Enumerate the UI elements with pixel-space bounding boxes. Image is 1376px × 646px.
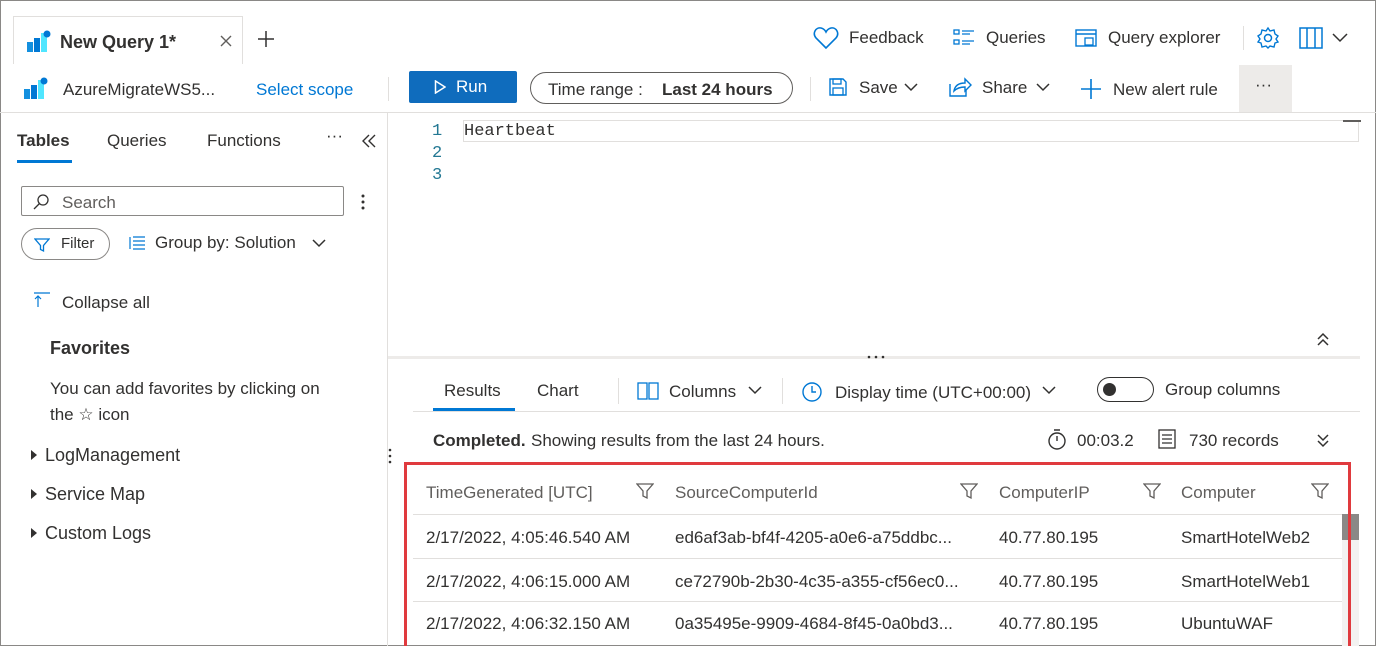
expand-results-icon[interactable] bbox=[1316, 434, 1330, 448]
divider bbox=[618, 378, 619, 404]
workspace-icon bbox=[24, 77, 48, 99]
more-actions-button[interactable]: ··· bbox=[1239, 65, 1292, 113]
log-analytics-icon bbox=[27, 30, 51, 52]
stopwatch-icon bbox=[1047, 428, 1067, 450]
filter-icon bbox=[34, 237, 50, 253]
queries-button[interactable]: Queries bbox=[986, 28, 1046, 48]
chevron-down-icon[interactable] bbox=[311, 238, 327, 249]
caret-right-icon[interactable] bbox=[31, 450, 37, 460]
line-number: 3 bbox=[432, 166, 443, 185]
time-range-label: Time range : bbox=[548, 80, 643, 99]
group-by-icon[interactable] bbox=[128, 235, 146, 251]
collapse-panel-icon[interactable] bbox=[361, 133, 377, 149]
tab-results[interactable]: Results bbox=[444, 381, 501, 401]
run-button[interactable]: Run bbox=[409, 71, 517, 103]
collapse-editor-icon[interactable] bbox=[1316, 332, 1330, 346]
left-panel-more-button[interactable]: ··· bbox=[326, 126, 343, 146]
new-alert-rule-button[interactable]: New alert rule bbox=[1113, 80, 1218, 100]
play-icon bbox=[434, 80, 446, 94]
save-disk-icon[interactable] bbox=[828, 77, 848, 97]
queries-list-icon[interactable] bbox=[953, 28, 975, 48]
save-button[interactable]: Save bbox=[859, 78, 898, 98]
query-editor-line[interactable]: Heartbeat bbox=[464, 122, 556, 141]
query-explorer-icon[interactable] bbox=[1075, 27, 1099, 49]
chevron-down-icon[interactable] bbox=[1331, 31, 1349, 43]
tab-queries[interactable]: Queries bbox=[107, 131, 167, 151]
divider bbox=[388, 77, 389, 101]
toolbar-bottom-border bbox=[0, 112, 1376, 113]
query-duration: 00:03.2 bbox=[1077, 431, 1134, 450]
toggle-knob bbox=[1103, 383, 1116, 396]
divider bbox=[810, 77, 811, 101]
splitter-grip-icon[interactable] bbox=[866, 354, 886, 360]
favorites-hint-line1: You can add favorites by clicking on bbox=[50, 379, 320, 398]
editor-current-line bbox=[463, 120, 1359, 142]
records-count: 730 records bbox=[1189, 431, 1279, 450]
run-label: Run bbox=[456, 77, 488, 96]
clock-icon[interactable] bbox=[801, 381, 823, 403]
caret-right-icon[interactable] bbox=[31, 489, 37, 499]
status-message: Showing results from the last 24 hours. bbox=[531, 431, 825, 450]
records-icon bbox=[1158, 429, 1176, 449]
filter-button[interactable]: Filter bbox=[21, 228, 110, 260]
collapse-all-button[interactable]: Collapse all bbox=[62, 293, 150, 313]
columns-icon[interactable] bbox=[637, 382, 659, 400]
panel-resize-handle-icon[interactable] bbox=[387, 447, 393, 465]
line-number: 1 bbox=[432, 122, 443, 141]
highlight-box bbox=[404, 462, 1351, 646]
favorites-title: Favorites bbox=[50, 338, 131, 358]
select-scope-link[interactable]: Select scope bbox=[256, 80, 353, 100]
tab-chart[interactable]: Chart bbox=[537, 381, 579, 401]
tab-title: New Query 1* bbox=[60, 32, 177, 52]
editor-scroll-marker bbox=[1343, 120, 1361, 122]
time-range-value: Last 24 hours bbox=[662, 80, 773, 99]
search-input[interactable]: Search bbox=[21, 186, 344, 216]
search-icon bbox=[32, 193, 50, 211]
add-tab-icon[interactable] bbox=[256, 29, 276, 49]
display-time-dropdown[interactable]: Display time (UTC+00:00) bbox=[835, 383, 1031, 403]
search-placeholder: Search bbox=[62, 193, 116, 212]
feedback-button[interactable]: Feedback bbox=[849, 28, 924, 48]
share-button[interactable]: Share bbox=[982, 78, 1027, 98]
book-icon[interactable] bbox=[1298, 26, 1324, 50]
chevron-down-icon[interactable] bbox=[1041, 385, 1057, 396]
divider bbox=[782, 378, 783, 404]
group-log-management[interactable]: LogManagement bbox=[45, 445, 180, 466]
more-label: ··· bbox=[1255, 75, 1272, 94]
group-service-map[interactable]: Service Map bbox=[45, 484, 145, 505]
results-tabs-border bbox=[413, 411, 1360, 412]
filter-label: Filter bbox=[61, 235, 95, 252]
close-tab-icon[interactable] bbox=[219, 34, 233, 48]
chevron-down-icon[interactable] bbox=[903, 82, 919, 93]
left-panel-border bbox=[387, 113, 388, 646]
favorites-hint-line2: the ☆ icon bbox=[50, 405, 130, 424]
chevron-down-icon[interactable] bbox=[747, 385, 763, 396]
query-explorer-button[interactable]: Query explorer bbox=[1108, 28, 1220, 48]
divider bbox=[1243, 26, 1244, 50]
chevron-down-icon[interactable] bbox=[1035, 82, 1051, 93]
collapse-all-icon[interactable] bbox=[33, 292, 51, 308]
tab-tables-underline bbox=[17, 160, 72, 163]
group-by-dropdown[interactable]: Group by: Solution bbox=[155, 233, 296, 253]
workspace-name: AzureMigrateWS5... bbox=[63, 80, 216, 99]
plus-icon[interactable] bbox=[1080, 78, 1102, 100]
time-range-picker[interactable]: Time range : Last 24 hours bbox=[530, 72, 793, 104]
settings-gear-icon[interactable] bbox=[1256, 26, 1280, 50]
vertical-more-icon[interactable] bbox=[360, 193, 366, 211]
caret-right-icon[interactable] bbox=[31, 528, 37, 538]
group-columns-toggle[interactable] bbox=[1097, 377, 1154, 402]
tab-functions[interactable]: Functions bbox=[207, 131, 281, 151]
share-icon[interactable] bbox=[948, 76, 972, 98]
heart-icon[interactable] bbox=[813, 26, 839, 50]
status-completed: Completed. bbox=[433, 431, 526, 450]
columns-button[interactable]: Columns bbox=[669, 382, 736, 402]
tab-tables[interactable]: Tables bbox=[17, 131, 70, 151]
group-columns-label: Group columns bbox=[1165, 380, 1281, 399]
line-number: 2 bbox=[432, 144, 443, 163]
group-custom-logs[interactable]: Custom Logs bbox=[45, 523, 151, 544]
